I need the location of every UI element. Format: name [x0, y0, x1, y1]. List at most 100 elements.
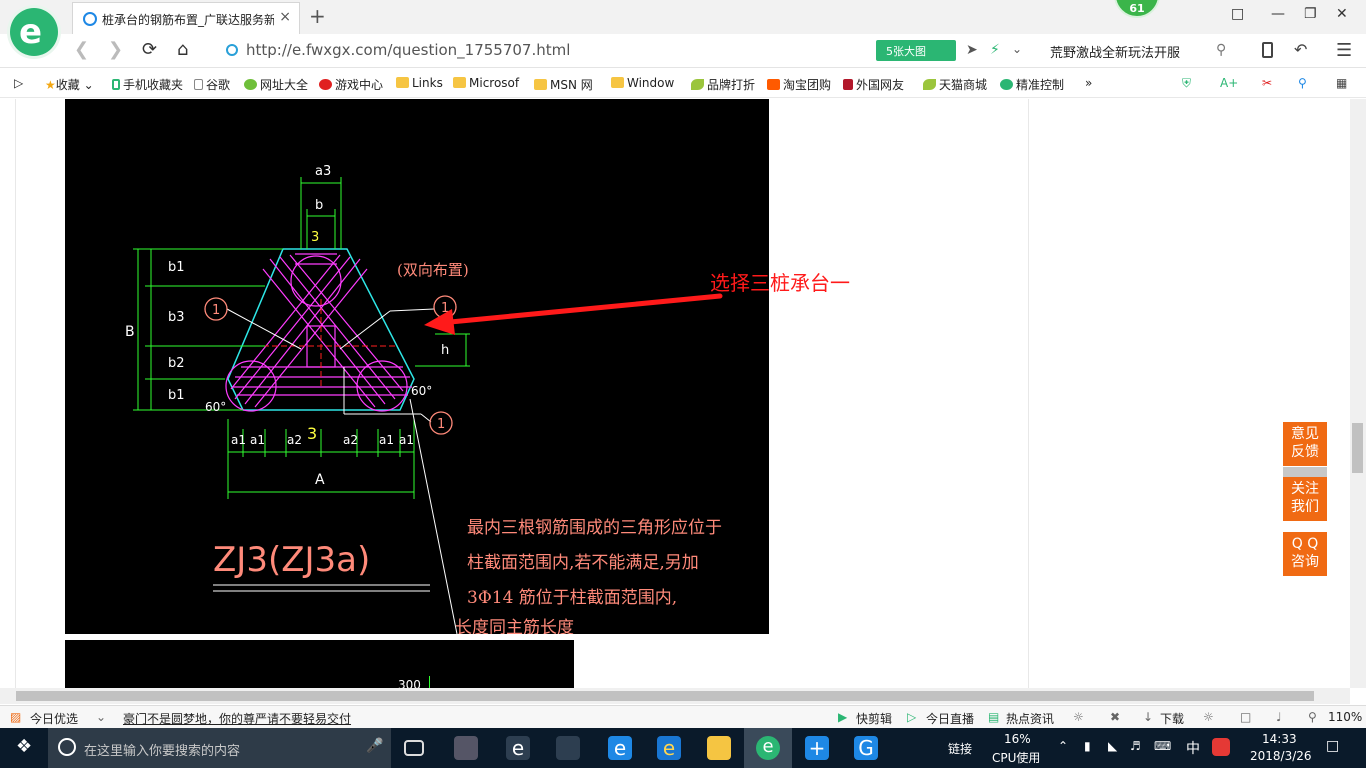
search-icon[interactable]: ⚲	[1216, 42, 1226, 58]
bookmark-item[interactable]: 游戏中心	[319, 76, 383, 93]
bookmark-item[interactable]: 淘宝团购	[767, 76, 831, 93]
horizontal-scroll-thumb[interactable]	[16, 691, 1314, 701]
apps-grid-icon[interactable]: ▦	[1336, 76, 1347, 90]
taskbar-search-box[interactable]: 在这里输入你要搜索的内容 🎤	[48, 728, 391, 768]
bookmark-item[interactable]: ★收藏 ⌄	[45, 76, 94, 93]
lightning-icon[interactable]: ⚡	[990, 42, 1000, 58]
browser-logo-icon[interactable]: e	[10, 8, 58, 56]
live-link[interactable]: 今日直播	[926, 710, 974, 727]
refresh-button[interactable]: ⟳	[142, 39, 157, 60]
more-bookmarks-icon[interactable]: »	[1085, 76, 1092, 90]
links-toolbar-label[interactable]: 链接	[948, 740, 972, 757]
battery-icon[interactable]: ▮	[1084, 739, 1091, 753]
taskbar-search-placeholder: 在这里输入你要搜索的内容	[84, 744, 241, 759]
clock-time[interactable]: 14:33	[1262, 732, 1297, 746]
forward-button[interactable]: ❯	[108, 39, 123, 60]
bookmark-item[interactable]: 谷歌	[194, 76, 230, 93]
task-view-icon[interactable]	[404, 740, 424, 756]
status-bar: ▨ 今日优选 ⌄ 豪门不是圆梦地，你的尊严请不要轻易交付 ▶ 快剪辑 ▷ 今日直…	[0, 705, 1366, 728]
share-icon[interactable]: ➤	[966, 42, 978, 58]
edge-icon[interactable]: e	[608, 736, 632, 760]
bookmark-item[interactable]: 精准控制	[1000, 76, 1064, 93]
zoom-level[interactable]: 110%	[1328, 710, 1362, 724]
swirl-app-icon[interactable]	[556, 736, 580, 760]
shield-icon[interactable]: ⛨	[1182, 76, 1191, 91]
sound-icon[interactable]: ♩	[1276, 710, 1282, 724]
menu-icon[interactable]: ☰	[1336, 40, 1352, 61]
download-link[interactable]: 下载	[1160, 710, 1184, 727]
promo-link[interactable]: 荒野激战全新玩法开服	[1050, 42, 1180, 61]
internet-explorer-icon[interactable]: e	[657, 736, 681, 760]
active-tab[interactable]: 桩承台的钢筋布置_广联达服务新 ×	[72, 2, 300, 34]
dim-label: b	[315, 198, 323, 213]
ime-indicator[interactable]: 中	[1186, 738, 1200, 758]
back-button[interactable]: ❮	[74, 39, 89, 60]
clock-date[interactable]: 2018/3/26	[1250, 749, 1312, 763]
sogou-ime-icon[interactable]	[1212, 738, 1230, 756]
clean-icon[interactable]: ☼	[1203, 710, 1214, 724]
feedback-button[interactable]: 意见 反馈	[1283, 422, 1327, 466]
big-pictures-button[interactable]: 5张大图	[876, 40, 956, 61]
follow-us-button[interactable]: 关注 我们	[1283, 477, 1327, 521]
browser-360-icon[interactable]: e	[756, 736, 780, 760]
window-icon[interactable]: □	[1240, 710, 1251, 724]
wifi-icon[interactable]: ◣	[1108, 739, 1117, 753]
show-hidden-icons[interactable]: ⌃	[1058, 739, 1068, 753]
minimize-button[interactable]: —	[1271, 6, 1285, 22]
keyboard-icon[interactable]: ⌨	[1154, 739, 1171, 753]
today-pick-link[interactable]: 今日优选	[30, 710, 78, 727]
tab-close-button[interactable]: ×	[279, 9, 291, 25]
ie-e-icon[interactable]: e	[506, 736, 530, 760]
scissors-icon[interactable]: ✂	[1262, 76, 1272, 90]
bookmark-item[interactable]: Links	[396, 76, 443, 90]
bookmark-item[interactable]: 网址大全	[244, 76, 308, 93]
bookmark-item[interactable]: 手机收藏夹	[112, 76, 183, 93]
restore-button[interactable]: ❐	[1304, 6, 1317, 22]
dim-label: a1	[250, 433, 265, 447]
bookmark-item[interactable]: MSN 网	[534, 76, 593, 93]
quick-cut-link[interactable]: 快剪辑	[856, 710, 892, 727]
mobile-icon[interactable]	[1262, 42, 1273, 58]
shirt-icon[interactable]: □	[1231, 6, 1244, 22]
pin-icon[interactable]: ✖	[1110, 710, 1120, 724]
bookmark-item[interactable]: 品牌打折	[691, 76, 755, 93]
dim-label: b3	[168, 310, 185, 325]
microphone-icon[interactable]: 🎤	[366, 738, 383, 754]
left-border	[15, 99, 16, 688]
plus-app-icon[interactable]: +	[805, 736, 829, 760]
bookmark-item[interactable]: 外国网友	[843, 76, 904, 93]
new-tab-button[interactable]: +	[309, 4, 326, 28]
chevron-down-icon[interactable]: ⌄	[1012, 42, 1022, 56]
angle-label: 60°	[205, 400, 226, 414]
magnifier-icon[interactable]: ⚲	[1298, 76, 1307, 90]
close-window-button[interactable]: ✕	[1336, 6, 1348, 22]
glodon-app-icon[interactable]: G	[854, 736, 878, 760]
bookmark-item[interactable]: Microsof	[453, 76, 519, 90]
vertical-scrollbar[interactable]	[1350, 99, 1366, 688]
bookmark-item[interactable]: Window	[611, 76, 674, 90]
notification-badge[interactable]: 61	[1114, 0, 1160, 18]
undo-icon[interactable]: ↶	[1294, 40, 1307, 59]
bookmark-item[interactable]: 天猫商城	[923, 76, 987, 93]
windows-start-icon[interactable]: ❖	[16, 736, 32, 757]
second-drawing-image: 300	[65, 640, 574, 688]
headline-link[interactable]: 豪门不是圆梦地，你的尊严请不要轻易交付	[123, 710, 351, 727]
sidebar-toggle-icon[interactable]: ▷	[14, 76, 23, 90]
volume-icon[interactable]: ♬	[1130, 739, 1141, 753]
translate-icon[interactable]: A+	[1220, 76, 1238, 90]
home-button[interactable]: ⌂	[177, 39, 188, 60]
dim-label: a3	[315, 164, 331, 179]
qq-consult-button[interactable]: Q Q 咨询	[1283, 532, 1327, 576]
dim-label: 300	[398, 678, 421, 688]
zoom-icon[interactable]: ⚲	[1308, 710, 1317, 724]
vertical-scroll-thumb[interactable]	[1352, 423, 1363, 473]
action-center-icon[interactable]: □	[1326, 738, 1339, 754]
note-line: 3Φ14 筋位于柱截面范围内,	[467, 588, 677, 608]
annotation-label: 选择三桩承台一	[710, 271, 850, 295]
chevron-down-icon[interactable]: ⌄	[96, 710, 106, 724]
news-link[interactable]: 热点资讯	[1006, 710, 1054, 727]
speedup-icon[interactable]: ☼	[1073, 710, 1084, 724]
pinwheel-app-icon[interactable]	[454, 736, 478, 760]
file-explorer-icon[interactable]	[707, 736, 731, 760]
url-input[interactable]: http://e.fwxgx.com/question_1755707.html	[246, 41, 570, 59]
